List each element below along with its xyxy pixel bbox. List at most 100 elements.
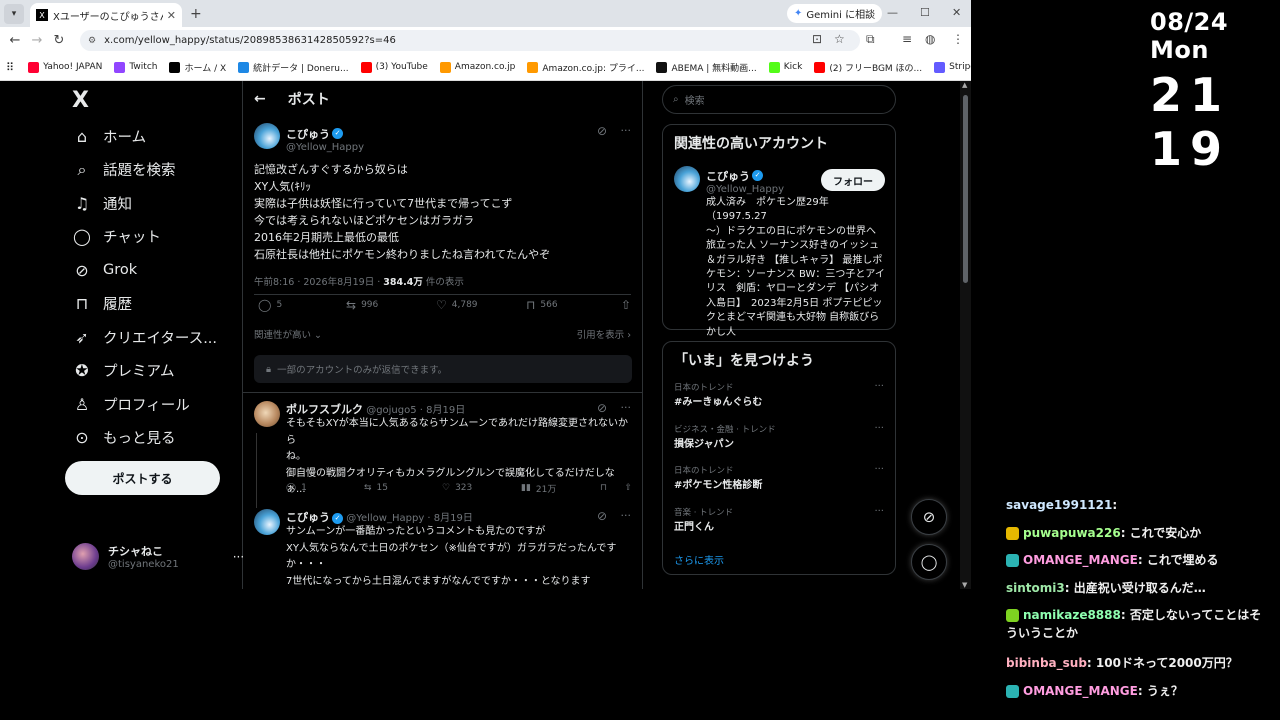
like-button[interactable]: ♡ 4,789: [436, 298, 478, 312]
grok-icon[interactable]: ⊘: [597, 509, 607, 523]
search-input[interactable]: ⌕ 検索: [662, 85, 896, 114]
trend-item[interactable]: 日本のトレンド #ポケモン性格診断 ···: [674, 464, 884, 491]
reply-date[interactable]: · 8月19日: [420, 405, 465, 416]
sidebar-item-rocket[interactable]: ➶ クリエイタース...: [72, 325, 217, 349]
bookmark-item[interactable]: ホーム / X: [169, 61, 226, 74]
bookmark-item[interactable]: Stripe Express: [934, 61, 971, 74]
extensions-icon[interactable]: ⧉: [866, 32, 875, 47]
sidebar-item-grok[interactable]: ⊘ Grok: [72, 258, 137, 282]
more-options-icon[interactable]: ···: [621, 509, 632, 522]
sidebar-item-chat[interactable]: ◯ チャット: [72, 225, 161, 249]
maximize-icon[interactable]: ☐: [920, 6, 930, 19]
retweet-button[interactable]: ⇆ 15: [364, 483, 388, 493]
share-button[interactable]: ⇧: [621, 298, 631, 312]
menu-icon[interactable]: ⋮: [952, 32, 964, 46]
sort-relevance-button[interactable]: 関連性が高い ⌄: [254, 330, 322, 341]
scroll-down-icon[interactable]: ▼: [962, 581, 967, 589]
more-options-icon[interactable]: ···: [874, 464, 884, 475]
bookmark-item[interactable]: (3) YouTube: [360, 61, 428, 74]
trend-item[interactable]: 音楽 · トレンド 正門くん ···: [674, 506, 884, 533]
bookmark-item[interactable]: Kick: [768, 61, 802, 74]
reply-date[interactable]: · 8月19日: [427, 513, 472, 524]
reply-author-handle[interactable]: @gojugo5: [366, 405, 416, 416]
more-options-icon[interactable]: ···: [621, 124, 632, 137]
retweet-button[interactable]: ⇆ 996: [346, 298, 378, 312]
sidebar-item-bell[interactable]: ♫ 通知: [72, 191, 132, 215]
new-tab-icon[interactable]: +: [190, 6, 202, 22]
close-tab-icon[interactable]: ✕: [167, 9, 176, 22]
bookmark-item[interactable]: 統計データ | Doneru...: [238, 61, 349, 74]
chat-colon: :: [1064, 580, 1074, 595]
chat-badge-icon: [1006, 609, 1019, 622]
active-tab[interactable]: X Xユーザーのこぴゅうさん:「記憶改ざ ✕: [30, 3, 182, 27]
messages-fab-icon[interactable]: ◯: [911, 544, 947, 580]
account-switcher[interactable]: チシャねこ @tisyaneko21 ···: [72, 543, 244, 570]
back-arrow-icon[interactable]: ←: [254, 91, 266, 107]
tweet-time[interactable]: 午前8:16 · 2026年8月19日 ·: [254, 277, 383, 288]
gemini-button[interactable]: ✦ Gemini に相談: [787, 4, 883, 23]
sidebar-item-person[interactable]: ♙ プロフィール: [72, 392, 190, 416]
bookmark-item[interactable]: ABEMA | 無料動画...: [656, 61, 757, 74]
share-button[interactable]: ⇧: [624, 483, 632, 493]
post-button[interactable]: ポストする: [65, 461, 220, 495]
trend-item[interactable]: ビジネス・金融 · トレンド 損保ジャパン ···: [674, 423, 884, 450]
sidebar-item-search[interactable]: ⌕ 話題を検索: [72, 158, 176, 182]
reply-button[interactable]: ◯ 5: [258, 298, 282, 312]
trend-item[interactable]: 日本のトレンド #みーきゅんぐらむ ···: [674, 381, 884, 408]
bookmark-button[interactable]: ⊓: [600, 483, 607, 493]
reply-avatar[interactable]: [254, 401, 280, 427]
more-options-icon[interactable]: ···: [621, 401, 632, 414]
forward-icon[interactable]: →: [26, 33, 48, 48]
reply-avatar[interactable]: [254, 509, 280, 535]
follow-button[interactable]: フォロー: [821, 169, 885, 191]
bookmark-item[interactable]: Yahoo! JAPAN: [28, 61, 102, 74]
tweet-text: 記憶改ざんすぐするから奴らは XY人気(ｷﾘｯ 実際は子供は妖怪に行っていて7世代ま…: [254, 161, 631, 263]
related-avatar[interactable]: [674, 166, 700, 192]
related-handle[interactable]: @Yellow_Happy: [706, 184, 784, 195]
reply-author-name[interactable]: こぴゅう: [286, 511, 330, 524]
author-name[interactable]: こぴゅう: [286, 128, 330, 141]
scrollbar[interactable]: ▲ ▼: [960, 81, 971, 589]
grok-icon[interactable]: ⊘: [597, 124, 607, 138]
reply-author-handle[interactable]: @Yellow_Happy: [346, 513, 424, 524]
more-options-icon[interactable]: ···: [874, 506, 884, 517]
sidebar-item-home[interactable]: ⌂ ホーム: [72, 124, 146, 148]
like-button[interactable]: ♡ 323: [442, 483, 472, 493]
sidebar-item-more[interactable]: ⊙ もっと見る: [72, 426, 175, 450]
media-icon[interactable]: ≡: [902, 32, 912, 46]
bookmark-item[interactable]: Amazon.co.jp: プライ...: [527, 61, 644, 74]
apps-icon[interactable]: ⠿: [6, 61, 14, 74]
show-more-link[interactable]: さらに表示: [674, 552, 724, 567]
sidebar-item-bookmark[interactable]: ⊓ 履歴: [72, 292, 132, 316]
reply-author-name[interactable]: ポルフスブルク: [286, 403, 363, 416]
close-window-icon[interactable]: ✕: [952, 6, 961, 19]
address-bar[interactable]: ⚙ x.com/yellow_happy/status/208985386314…: [80, 30, 860, 51]
scroll-up-icon[interactable]: ▲: [962, 81, 967, 89]
grok-icon[interactable]: ⊘: [597, 401, 607, 415]
bookmark-button[interactable]: ⊓ 566: [526, 298, 558, 312]
bookmark-item[interactable]: (2) フリーBGM ほの...: [814, 61, 922, 74]
reply-button[interactable]: ◯ 1: [286, 483, 307, 493]
tab-search-button[interactable]: ▾: [4, 3, 24, 24]
views-button[interactable]: ▮▮ 21万: [521, 482, 556, 495]
back-icon[interactable]: ←: [4, 33, 26, 48]
profile-icon[interactable]: ◍: [925, 32, 935, 46]
reload-icon[interactable]: ↻: [48, 33, 70, 48]
author-avatar[interactable]: [254, 123, 280, 149]
x-logo[interactable]: X: [72, 88, 89, 113]
install-app-icon[interactable]: ⊡: [812, 32, 822, 46]
site-info-icon[interactable]: ⚙: [88, 36, 96, 46]
minimize-icon[interactable]: —: [887, 6, 898, 19]
author-handle[interactable]: @Yellow_Happy: [286, 142, 364, 153]
more-options-icon[interactable]: ···: [874, 381, 884, 392]
grok-fab-icon[interactable]: ⊘: [911, 499, 947, 535]
view-quotes-link[interactable]: 引用を表示 ›: [577, 327, 631, 341]
more-options-icon[interactable]: ···: [874, 423, 884, 434]
scrollbar-thumb[interactable]: [963, 95, 968, 283]
star-icon[interactable]: ☆: [834, 32, 845, 46]
bookmark-item[interactable]: Twitch: [114, 61, 157, 74]
trends-title: 「いま」を見つけよう: [674, 353, 814, 369]
sidebar-item-verified[interactable]: ✪ プレミアム: [72, 359, 174, 383]
bookmark-item[interactable]: Amazon.co.jp: [439, 61, 515, 74]
related-name[interactable]: こぴゅう: [706, 170, 750, 183]
